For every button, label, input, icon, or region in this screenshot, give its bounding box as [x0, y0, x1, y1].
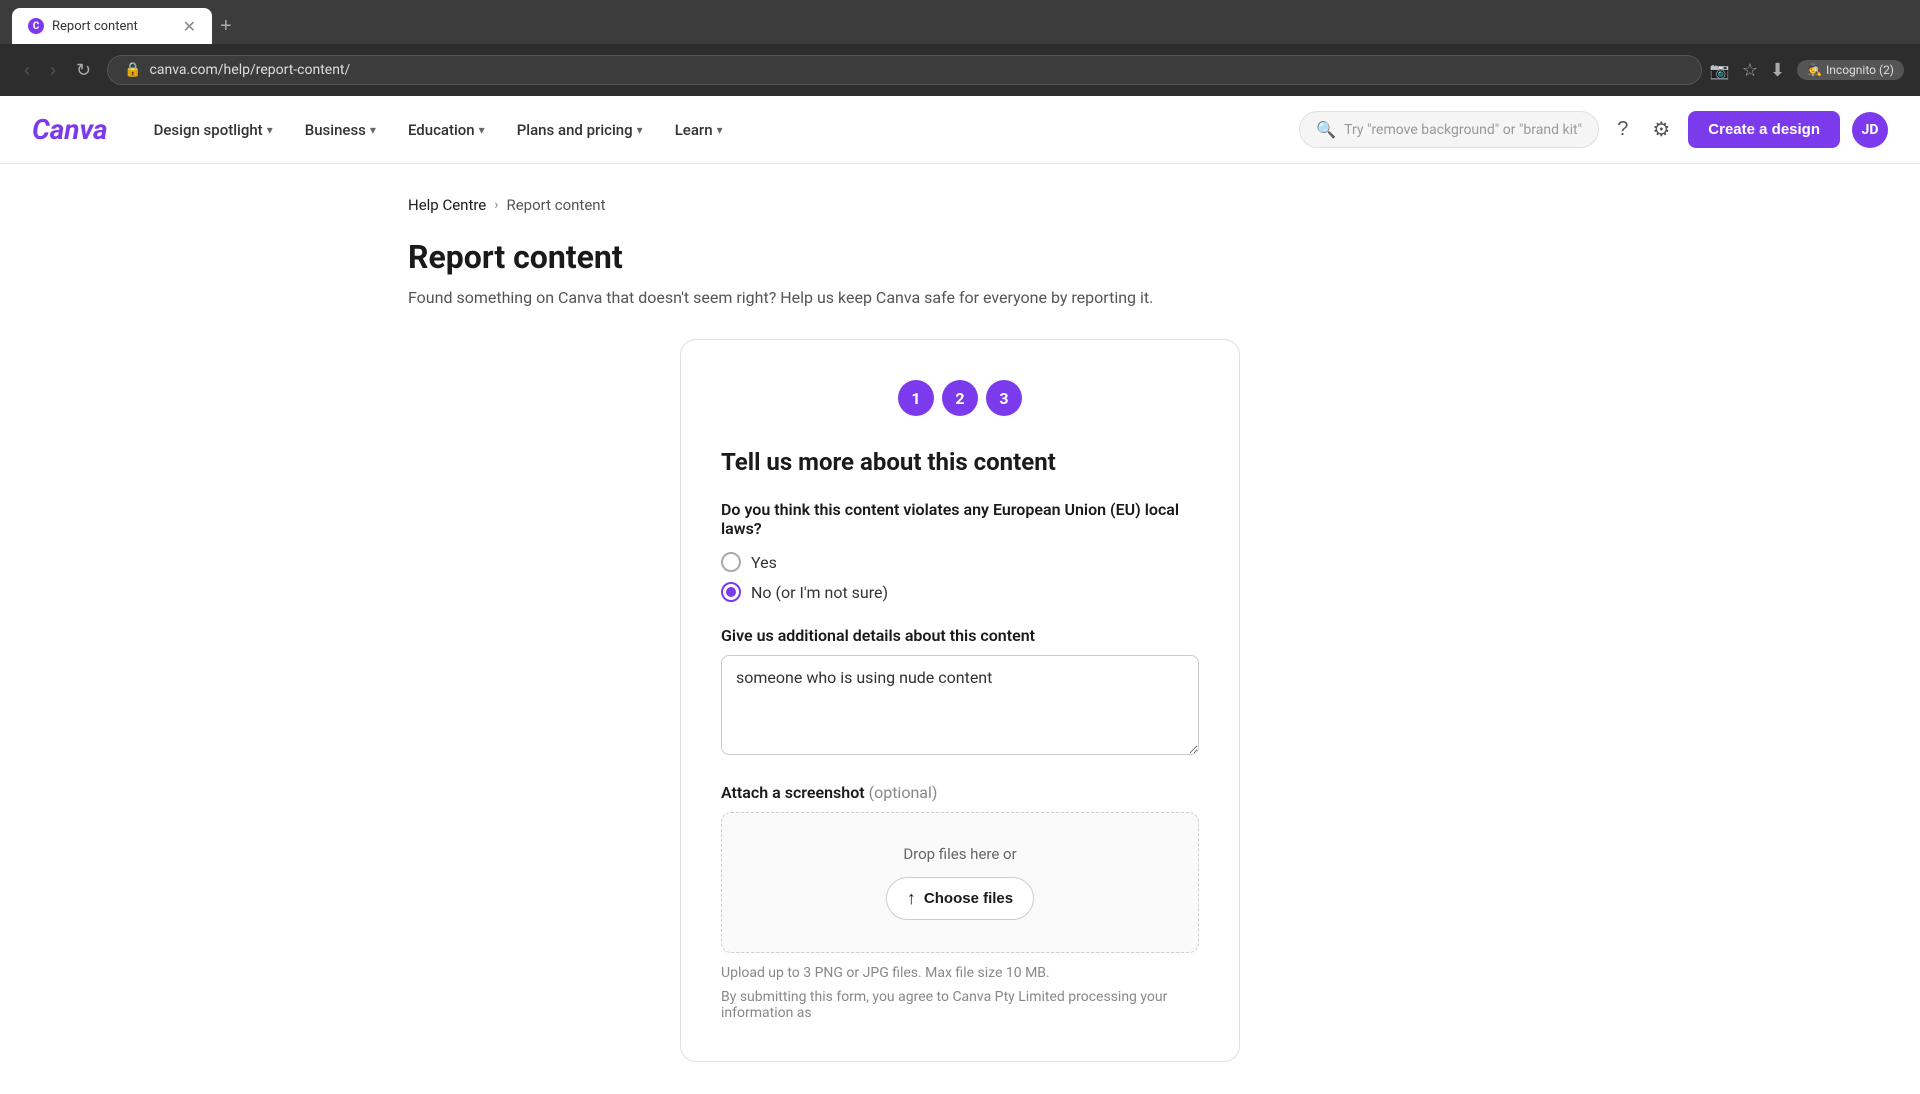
canva-header: Canva Design spotlight ▾ Business ▾ Educ…	[0, 96, 1920, 164]
nav-learn[interactable]: Learn ▾	[661, 113, 737, 147]
search-icon: 🔍	[1316, 120, 1336, 139]
nav-design-spotlight[interactable]: Design spotlight ▾	[140, 113, 287, 147]
breadcrumb-home-link[interactable]: Help Centre	[408, 196, 486, 214]
chevron-down-icon: ▾	[370, 123, 376, 137]
url-bar[interactable]: 🔒 canva.com/help/report-content/	[107, 55, 1702, 85]
radio-yes-label: Yes	[751, 553, 777, 572]
new-tab-button[interactable]: +	[220, 15, 232, 38]
chevron-down-icon: ▾	[267, 123, 273, 137]
forward-button[interactable]: ›	[42, 56, 64, 85]
page-subtitle: Found something on Canva that doesn't se…	[408, 288, 1512, 307]
tab-favicon	[28, 18, 44, 34]
step-1-label: 1	[911, 389, 920, 408]
download-icon[interactable]: ⬇	[1770, 60, 1785, 81]
nav-arrows: ‹ › ↻	[16, 56, 99, 85]
nav-plans-pricing-label: Plans and pricing	[517, 121, 633, 139]
nav-learn-label: Learn	[675, 121, 713, 139]
legal-text: By submitting this form, you agree to Ca…	[721, 989, 1199, 1021]
step-3-label: 3	[999, 389, 1008, 408]
header-nav: Design spotlight ▾ Business ▾ Education …	[140, 113, 1300, 147]
screenshot-label: Attach a screenshot	[721, 783, 865, 802]
canva-logo[interactable]: Canva	[32, 113, 108, 146]
create-design-button[interactable]: Create a design	[1688, 111, 1840, 148]
bookmark-icon[interactable]: ☆	[1742, 60, 1758, 81]
breadcrumb: Help Centre › Report content	[408, 196, 1512, 214]
nav-business[interactable]: Business ▾	[291, 113, 390, 147]
header-right: 🔍 Try "remove background" or "brand kit"…	[1299, 111, 1888, 148]
radio-yes-option[interactable]: Yes	[721, 552, 1199, 572]
details-textarea[interactable]: someone who is using nude content	[721, 655, 1199, 755]
user-avatar[interactable]: JD	[1852, 112, 1888, 148]
nav-right-icons: 📷 ☆ ⬇ 🕵 Incognito (2)	[1710, 60, 1904, 81]
incognito-icon: 🕵	[1807, 63, 1822, 77]
chevron-down-icon: ▾	[479, 123, 485, 137]
radio-no-button[interactable]	[721, 582, 741, 602]
radio-yes-button[interactable]	[721, 552, 741, 572]
tab-title: Report content	[52, 19, 175, 34]
url-text: canva.com/help/report-content/	[150, 62, 351, 78]
additional-details-label: Give us additional details about this co…	[721, 626, 1199, 645]
step-2-circle: 2	[942, 380, 978, 416]
step-2-label: 2	[955, 389, 964, 408]
page-title: Report content	[408, 238, 1512, 276]
browser-chrome: Report content ✕ + ‹ › ↻ 🔒 canva.com/hel…	[0, 0, 1920, 96]
nav-design-spotlight-label: Design spotlight	[154, 121, 263, 139]
choose-files-label: Choose files	[924, 890, 1013, 907]
screenshot-optional-label: (optional)	[869, 783, 938, 802]
choose-files-button[interactable]: ↑ Choose files	[886, 877, 1034, 920]
search-placeholder: Try "remove background" or "brand kit"	[1344, 122, 1582, 138]
file-drop-zone[interactable]: Drop files here or ↑ Choose files	[721, 812, 1199, 953]
eu-radio-group: Yes No (or I'm not sure)	[721, 552, 1199, 602]
nav-bar: ‹ › ↻ 🔒 canva.com/help/report-content/ 📷…	[0, 44, 1920, 96]
refresh-button[interactable]: ↻	[68, 56, 99, 85]
page-content: Help Centre › Report content Report cont…	[360, 164, 1560, 1094]
incognito-label: Incognito (2)	[1826, 63, 1894, 77]
radio-no-option[interactable]: No (or I'm not sure)	[721, 582, 1199, 602]
tab-bar-left: Report content ✕ +	[0, 8, 232, 44]
upload-icon: ↑	[907, 888, 916, 909]
logo-text: Canva	[32, 113, 108, 146]
tab-close-button[interactable]: ✕	[183, 17, 196, 36]
form-heading: Tell us more about this content	[721, 448, 1199, 476]
nav-education-label: Education	[408, 121, 475, 139]
search-bar[interactable]: 🔍 Try "remove background" or "brand kit"	[1299, 111, 1599, 148]
drop-zone-text: Drop files here or	[903, 845, 1016, 863]
camera-icon[interactable]: 📷	[1710, 61, 1730, 80]
eu-question-label: Do you think this content violates any E…	[721, 500, 1199, 538]
breadcrumb-separator: ›	[494, 197, 498, 213]
steps-row: 1 2 3	[721, 380, 1199, 416]
active-tab[interactable]: Report content ✕	[12, 8, 212, 44]
chevron-down-icon: ▾	[637, 123, 643, 137]
back-button[interactable]: ‹	[16, 56, 38, 85]
nav-business-label: Business	[305, 121, 366, 139]
nav-plans-pricing[interactable]: Plans and pricing ▾	[503, 113, 657, 147]
lock-icon: 🔒	[124, 62, 141, 78]
nav-education[interactable]: Education ▾	[394, 113, 499, 147]
chevron-down-icon: ▾	[717, 123, 723, 137]
step-1-circle: 1	[898, 380, 934, 416]
help-button[interactable]: ?	[1611, 112, 1634, 147]
upload-hint: Upload up to 3 PNG or JPG files. Max fil…	[721, 965, 1199, 981]
tab-bar: Report content ✕ +	[0, 0, 1920, 44]
radio-no-label: No (or I'm not sure)	[751, 583, 888, 602]
step-3-circle: 3	[986, 380, 1022, 416]
incognito-badge[interactable]: 🕵 Incognito (2)	[1797, 60, 1904, 80]
breadcrumb-current: Report content	[506, 196, 605, 214]
report-form-card: 1 2 3 Tell us more about this content Do…	[680, 339, 1240, 1062]
settings-button[interactable]: ⚙	[1646, 111, 1676, 148]
